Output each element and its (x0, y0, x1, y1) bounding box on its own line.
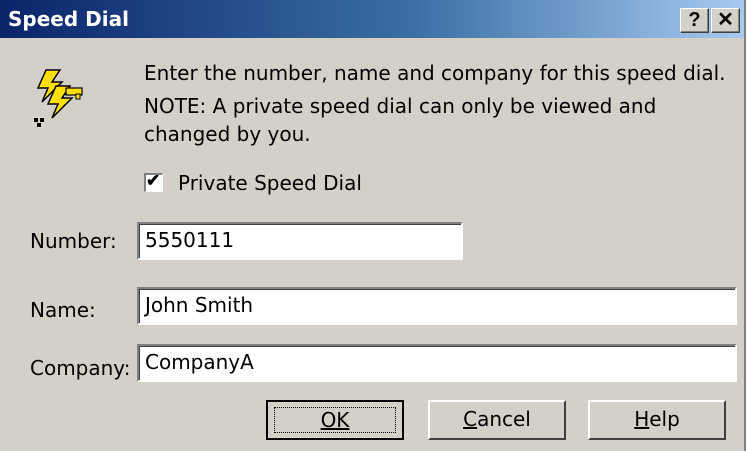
company-input[interactable]: CompanyA (137, 344, 737, 382)
number-value: 5550111 (145, 228, 235, 252)
note-text: NOTE: A private speed dial can only be v… (144, 94, 657, 146)
ok-focus-rect: OK (274, 407, 396, 433)
question-mark-icon: ? (688, 9, 701, 31)
number-input[interactable]: 5550111 (137, 222, 463, 260)
close-button[interactable]: ✕ (711, 8, 740, 33)
number-label: Number: (30, 229, 117, 253)
title-bar[interactable]: Speed Dial ? ✕ (0, 0, 744, 38)
intro-text: Enter the number, name and company for t… (144, 61, 726, 85)
help-button[interactable]: Help (588, 400, 726, 440)
ok-button[interactable]: OK (266, 400, 404, 440)
company-label: Company: (30, 356, 131, 380)
close-icon: ✕ (717, 9, 734, 31)
cancel-button-label: Cancel (463, 407, 531, 431)
ok-button-label: OK (320, 408, 350, 432)
speed-dial-dialog: Speed Dial ? ✕ Enter the number, name an… (0, 0, 746, 451)
private-speed-dial-checkbox[interactable]: ✔ (144, 171, 163, 192)
name-input[interactable]: John Smith (137, 287, 737, 325)
cancel-button[interactable]: Cancel (428, 400, 566, 440)
context-help-button[interactable]: ? (680, 8, 709, 33)
private-speed-dial-label: Private Speed Dial (178, 171, 362, 195)
checkmark-icon: ✔ (146, 171, 161, 190)
lightning-phone-key-icon (34, 69, 83, 127)
name-label: Name: (30, 298, 96, 322)
window-title: Speed Dial (8, 7, 129, 31)
help-button-label: Help (634, 407, 680, 431)
company-value: CompanyA (145, 350, 254, 374)
name-value: John Smith (145, 293, 254, 317)
